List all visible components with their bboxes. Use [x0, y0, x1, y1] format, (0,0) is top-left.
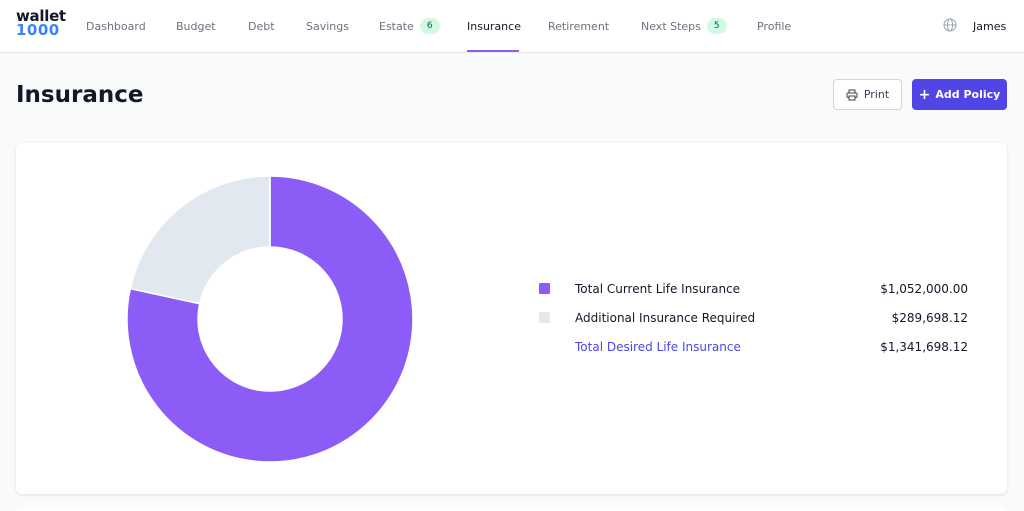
next-steps-count-badge: 5: [706, 18, 727, 34]
legend-label-total-desired[interactable]: Total Desired Life Insurance: [575, 340, 741, 354]
nav-item-label: Profile: [757, 19, 792, 33]
next-card-edge: [16, 507, 1007, 511]
add-policy-label: Add Policy: [935, 88, 1001, 101]
nav-item-debt[interactable]: Debt: [248, 0, 275, 52]
nav-item-label: Debt: [248, 19, 275, 33]
insurance-donut-chart: [126, 175, 414, 463]
printer-icon: [846, 89, 858, 100]
print-button-label: Print: [863, 88, 890, 101]
nav-item-retirement[interactable]: Retirement: [548, 0, 609, 52]
nav-item-profile[interactable]: Profile: [757, 0, 791, 52]
nav-item-budget[interactable]: Budget: [176, 0, 216, 52]
nav-item-label: Estate: [379, 19, 414, 33]
legend-value-current: $1,052,000.00: [880, 282, 968, 296]
nav-item-label: Insurance: [467, 19, 521, 33]
legend-label-current: Total Current Life Insurance: [575, 282, 741, 296]
nav-item-label: Next Steps: [641, 19, 701, 33]
legend-value-total-desired: $1,341,698.12: [880, 340, 968, 354]
nav-item-label: Dashboard: [86, 19, 146, 33]
nav-item-label: Savings: [306, 19, 349, 33]
nav-item-dashboard[interactable]: Dashboard: [86, 0, 146, 52]
legend-label-additional: Additional Insurance Required: [575, 311, 756, 325]
nav-item-next-steps[interactable]: Next Steps 5: [641, 0, 727, 52]
top-navigation-bar: wallet 1000 Dashboard Budget Debt Saving…: [0, 0, 1024, 53]
user-name: James: [973, 19, 1007, 33]
page-title: Insurance: [16, 82, 144, 108]
globe-icon[interactable]: [943, 18, 957, 32]
legend-value-additional: $289,698.12: [891, 311, 968, 325]
nav-item-estate[interactable]: Estate 6: [379, 0, 440, 52]
donut-slice-additional[interactable]: [129, 175, 271, 305]
user-menu[interactable]: James: [973, 0, 1006, 52]
print-button[interactable]: Print: [833, 79, 902, 110]
legend-swatch-additional: [539, 312, 550, 323]
main-nav: Dashboard Budget Debt Savings Estate 6 I…: [0, 0, 1024, 52]
legend-swatch-current: [539, 283, 550, 294]
nav-item-insurance[interactable]: Insurance: [467, 0, 521, 52]
insurance-summary-card: Total Current Life Insurance $1,052,000.…: [16, 143, 1007, 494]
nav-item-savings[interactable]: Savings: [306, 0, 349, 52]
nav-item-label: Retirement: [548, 19, 610, 33]
add-policy-button[interactable]: + Add Policy: [912, 79, 1007, 110]
estate-count-badge: 6: [419, 18, 440, 34]
plus-icon: +: [918, 86, 931, 103]
nav-item-label: Budget: [176, 19, 216, 33]
